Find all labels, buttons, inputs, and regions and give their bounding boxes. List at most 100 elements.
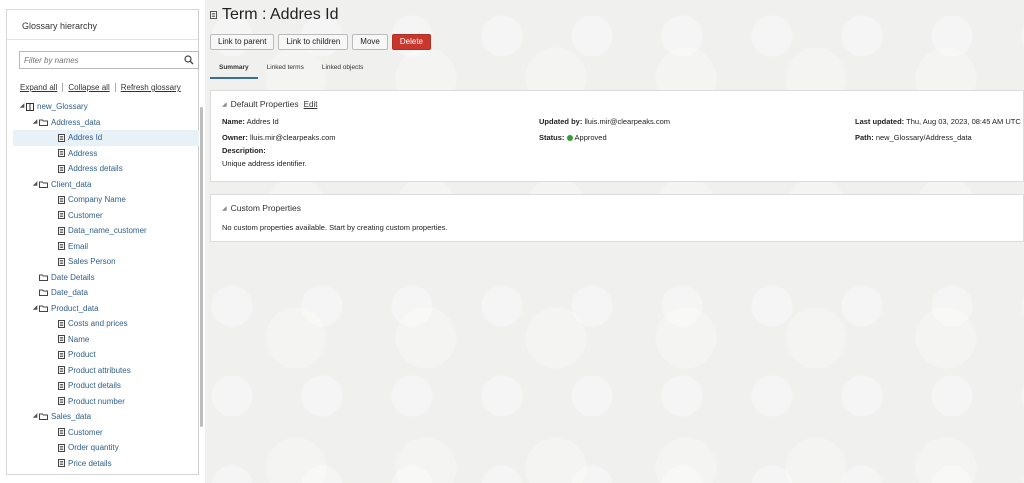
term-icon <box>58 397 65 406</box>
tree-item[interactable]: Price details <box>13 456 199 472</box>
tree-item-label: Date Details <box>51 272 95 282</box>
expand-triangle-icon[interactable]: ◢ <box>31 301 39 317</box>
tree-item[interactable]: Data_name_customer <box>13 223 199 239</box>
term-icon <box>58 195 65 204</box>
edit-link[interactable]: Edit <box>304 100 318 109</box>
search-icon[interactable] <box>184 55 194 65</box>
name-field: Name: Addres Id <box>222 117 279 126</box>
term-icon <box>58 366 65 375</box>
filter-input[interactable] <box>20 52 180 68</box>
term-icon <box>58 164 65 173</box>
term-icon <box>58 242 65 251</box>
link-to-children-button[interactable]: Link to children <box>278 34 349 50</box>
tree-item[interactable]: Address details <box>13 161 199 177</box>
expand-triangle-icon[interactable]: ◢ <box>18 99 26 115</box>
term-icon <box>58 350 65 359</box>
tree-item[interactable]: Product attributes <box>13 363 199 379</box>
tree-item-label: Address_data <box>51 117 101 127</box>
collapse-triangle-icon[interactable]: ◢ <box>222 101 227 108</box>
tree-item[interactable]: Address <box>13 146 199 162</box>
tree-item-label: Costs and prices <box>68 319 128 328</box>
collapse-triangle-icon[interactable]: ◢ <box>222 205 227 212</box>
path-value: new_Glossary/Address_data <box>875 133 972 142</box>
default-properties-title: Default Properties <box>230 99 299 109</box>
term-icon <box>58 257 65 266</box>
last-updated-label: Last updated: <box>855 117 905 126</box>
tab-linked-terms[interactable]: Linked terms <box>258 60 313 79</box>
page-title-bar: Term : Addres Id <box>210 6 339 24</box>
tree-item[interactable]: ◢ Address_data <box>13 115 199 131</box>
tree-item[interactable]: Date Details <box>13 270 199 286</box>
expand-all-link[interactable]: Expand all <box>20 83 57 92</box>
folder-icon <box>39 289 48 297</box>
tree-item[interactable]: Company Name <box>13 192 199 208</box>
tree-item[interactable]: Costs and prices <box>13 316 199 332</box>
tree-item-label: Addres Id <box>68 133 103 142</box>
tree-item-label: Order quantity <box>68 443 119 452</box>
tree-item-label: Product number <box>68 396 125 406</box>
tree-item[interactable]: Product <box>13 347 199 363</box>
tree-item[interactable]: Product number <box>13 394 199 410</box>
expand-triangle-icon[interactable]: ◢ <box>31 115 39 131</box>
tree-item-label: new_Glossary <box>37 102 88 111</box>
collapse-all-link[interactable]: Collapse all <box>68 83 109 92</box>
name-label: Name: <box>222 117 245 126</box>
tab-summary[interactable]: Summary <box>210 60 258 79</box>
custom-properties-header: ◢ Custom Properties <box>222 203 301 213</box>
tabs: Summary Linked terms Linked objects <box>210 60 372 79</box>
tree-item[interactable]: Sales Person <box>13 254 199 270</box>
description-value: Unique address identifier. <box>222 159 307 168</box>
status-label: Status: <box>539 133 565 142</box>
tree-actions: Expand all Collapse all Refresh glossary <box>20 83 181 93</box>
divider <box>114 83 116 93</box>
tree-item[interactable]: ◢ Product_data <box>13 301 199 317</box>
tree-item[interactable]: Order quantity <box>13 440 199 456</box>
term-icon <box>58 428 65 437</box>
tree-item[interactable]: ◢ Sales_data <box>13 409 199 425</box>
default-properties-header: ◢ Default Properties Edit <box>222 99 317 109</box>
tree-item[interactable]: Addres Id <box>13 130 199 146</box>
tree-item-label: Product attributes <box>68 365 131 375</box>
delete-button[interactable]: Delete <box>391 34 431 50</box>
tab-linked-objects[interactable]: Linked objects <box>313 60 373 79</box>
tree-item-label: Data_name_customer <box>68 226 147 235</box>
term-icon <box>58 381 65 390</box>
tree-item[interactable]: Product details <box>13 378 199 394</box>
tree-item[interactable]: Name <box>13 332 199 348</box>
owner-label: Owner: <box>222 133 248 142</box>
tree-item[interactable]: Customer <box>13 208 199 224</box>
toolbar: Link to parent Link to children Move Del… <box>210 34 431 50</box>
tree-scrollbar[interactable] <box>200 107 203 427</box>
term-icon <box>58 149 65 158</box>
term-icon <box>58 443 65 452</box>
tree-item-label: Sales dates <box>68 471 110 475</box>
term-icon <box>58 226 65 235</box>
tree-item[interactable]: ◢ new_Glossary <box>13 99 199 115</box>
refresh-glossary-link[interactable]: Refresh glossary <box>121 83 181 92</box>
approved-status-icon <box>566 134 573 141</box>
default-properties-card: ◢ Default Properties Edit Name: Addres I… <box>210 90 1024 182</box>
tree-item-label: Name <box>68 334 90 344</box>
folder-icon <box>39 119 48 126</box>
expand-triangle-icon[interactable]: ◢ <box>31 409 39 425</box>
folder-icon <box>39 413 48 421</box>
status-value: Approved <box>574 133 607 142</box>
move-button[interactable]: Move <box>352 34 388 50</box>
name-value: Addres Id <box>246 117 279 126</box>
tree-item-label: Address details <box>68 164 123 173</box>
tree-item-label: Date_data <box>51 288 88 297</box>
path-label: Path: <box>855 133 874 142</box>
tree-item[interactable]: Sales dates <box>13 471 199 475</box>
tree-item[interactable]: Date_data <box>13 285 199 301</box>
tree-item[interactable]: Customer <box>13 425 199 441</box>
updated-by-field: Updated by: lluis.mir@clearpeaks.com <box>539 117 670 126</box>
term-icon <box>58 335 65 344</box>
link-to-parent-button[interactable]: Link to parent <box>210 34 275 50</box>
expand-triangle-icon[interactable]: ◢ <box>31 177 39 193</box>
tree-item[interactable]: ◢ Client_data <box>13 177 199 193</box>
folder-icon <box>39 181 48 188</box>
tree-item-label: Email <box>68 241 89 251</box>
updated-by-label: Updated by: <box>539 117 583 126</box>
tree-item[interactable]: Email <box>13 239 199 255</box>
updated-by-value: lluis.mir@clearpeaks.com <box>584 117 670 126</box>
